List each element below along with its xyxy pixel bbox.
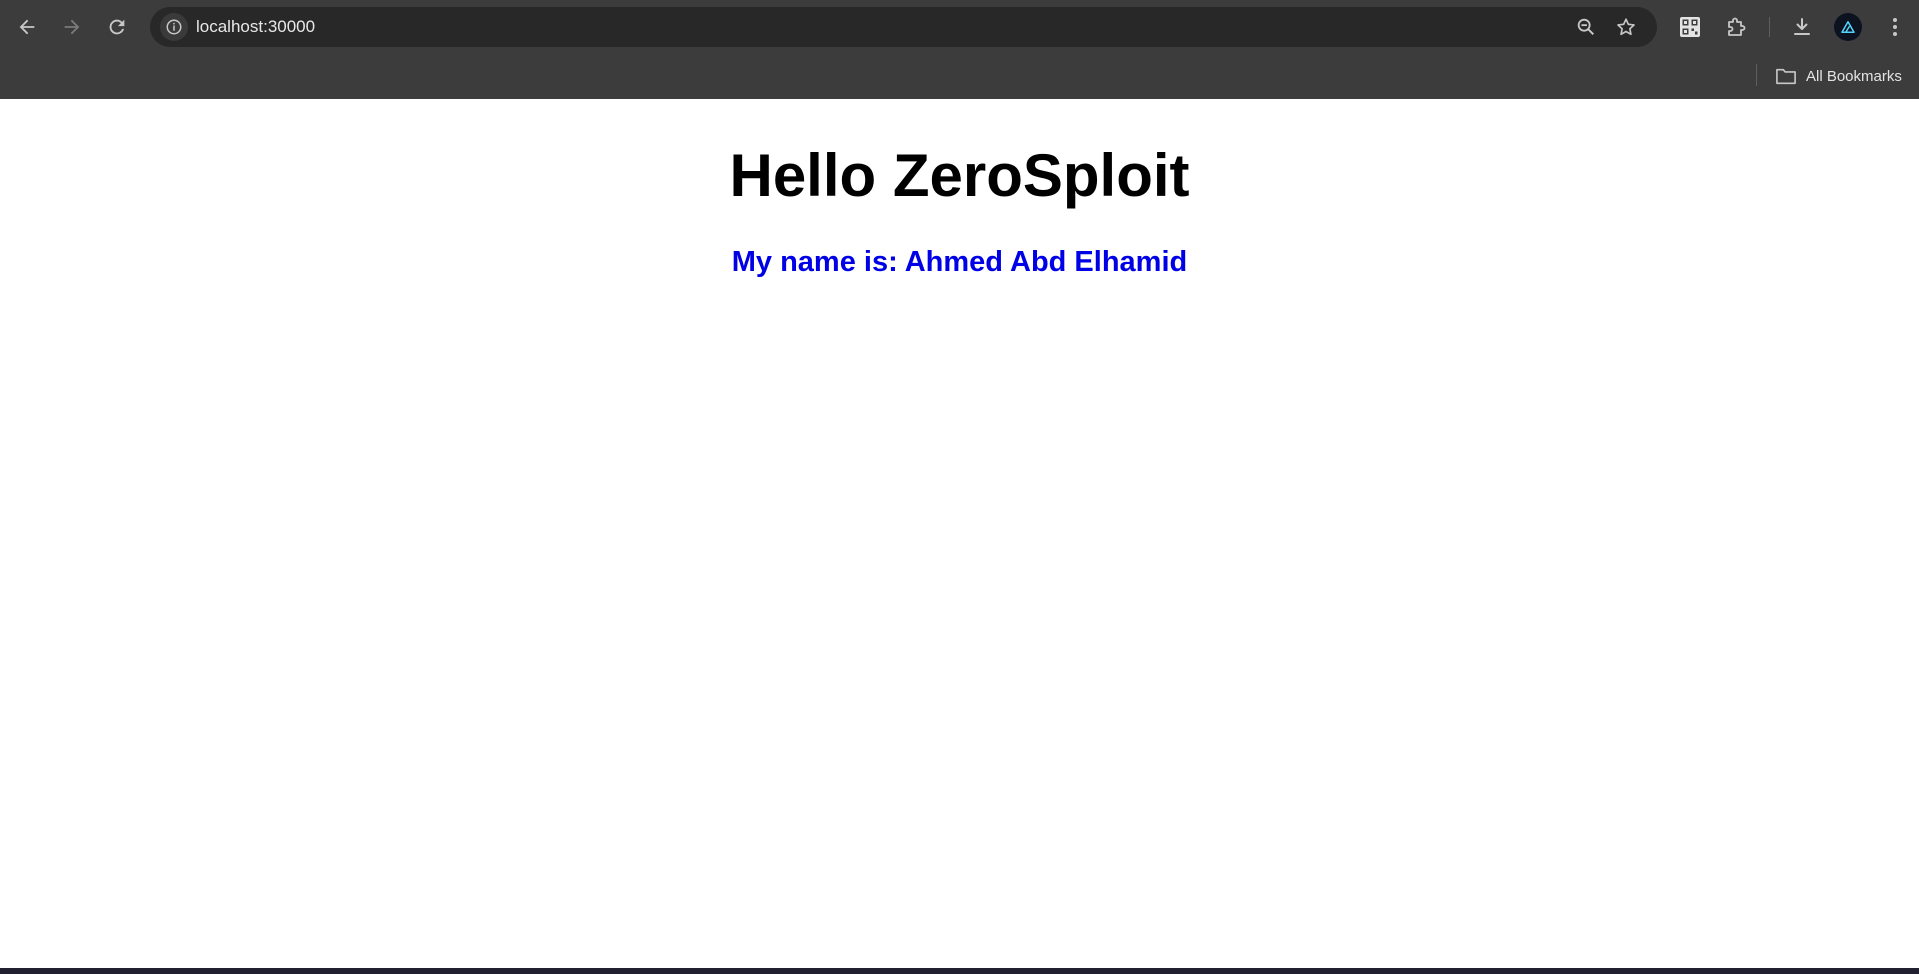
all-bookmarks-label: All Bookmarks xyxy=(1806,67,1902,85)
page-title: Hello ZeroSploit xyxy=(729,142,1190,209)
arrow-right-icon xyxy=(64,19,80,35)
qr-code-button[interactable] xyxy=(1673,10,1707,44)
star-icon xyxy=(1617,18,1635,36)
puzzle-icon xyxy=(1728,17,1746,36)
folder-icon xyxy=(1776,68,1796,85)
browser-toolbar: localhost:30000 xyxy=(0,0,1919,53)
taskbar-edge xyxy=(0,968,1919,974)
profile-avatar[interactable] xyxy=(1834,13,1862,41)
bookmark-star-button[interactable] xyxy=(1612,13,1640,41)
download-icon xyxy=(1794,18,1810,35)
address-bar[interactable]: localhost:30000 xyxy=(150,7,1657,47)
site-info-button[interactable] xyxy=(160,13,188,41)
reload-button[interactable] xyxy=(100,10,134,44)
name-heading: My name is: Ahmed Abd Elhamid xyxy=(731,246,1188,278)
page-content: Hello ZeroSploit My name is: Ahmed Abd E… xyxy=(0,99,1919,968)
kebab-menu-icon xyxy=(1893,18,1897,36)
bookmarks-separator xyxy=(1756,64,1757,86)
extensions-button[interactable] xyxy=(1719,10,1753,44)
qr-code-icon xyxy=(1680,17,1700,37)
zoom-button[interactable] xyxy=(1572,13,1600,41)
reload-icon xyxy=(109,19,125,35)
toolbar-separator xyxy=(1769,17,1770,37)
url-text[interactable]: localhost:30000 xyxy=(196,17,315,37)
all-bookmarks-button[interactable]: All Bookmarks xyxy=(1775,63,1902,89)
zoom-out-icon xyxy=(1577,18,1595,36)
info-icon xyxy=(166,19,182,35)
browser-menu-button[interactable] xyxy=(1878,10,1912,44)
back-button[interactable] xyxy=(10,10,44,44)
forward-button[interactable] xyxy=(55,10,89,44)
downloads-button[interactable] xyxy=(1785,10,1819,44)
bookmarks-bar: All Bookmarks xyxy=(0,53,1919,99)
profile-logo-icon xyxy=(1841,21,1855,33)
arrow-left-icon xyxy=(19,19,35,35)
